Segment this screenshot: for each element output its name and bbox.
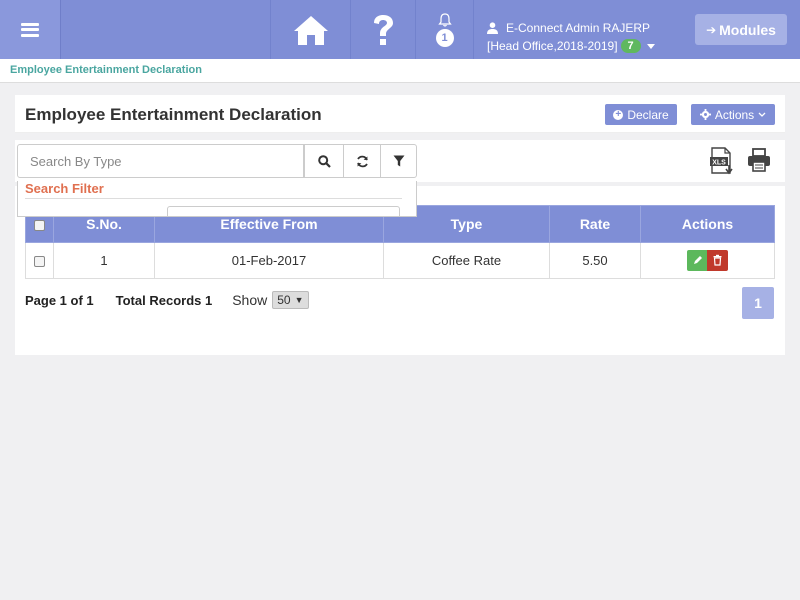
help-button[interactable]: [350, 0, 415, 59]
page-button-current[interactable]: 1: [742, 287, 774, 319]
col-rate[interactable]: Rate: [549, 205, 641, 243]
row-select-cell: [25, 242, 54, 279]
page-size-value: 50: [277, 293, 291, 307]
refresh-icon: [356, 155, 368, 167]
filter-field[interactable]: [167, 206, 400, 216]
breadcrumb-bar: Employee Entertainment Declaration: [0, 59, 800, 83]
table-row: 1 01-Feb-2017 Coffee Rate 5.50: [25, 242, 775, 279]
plus-circle-icon: +: [613, 109, 624, 120]
svg-text:XLS: XLS: [712, 160, 726, 167]
pencil-icon: [693, 256, 702, 264]
pager-info: Page 1 of 1 Total Records 1 Show 50 ▼: [25, 291, 309, 309]
bell-icon: [437, 12, 452, 27]
help-icon: [374, 14, 393, 45]
year-badge: 7: [620, 39, 641, 53]
user-name: E-Connect Admin RAJERP: [506, 21, 651, 35]
search-icon: [317, 154, 331, 168]
search-button[interactable]: [304, 144, 344, 178]
gear-icon: [699, 109, 711, 120]
page-info: Page 1 of 1: [25, 292, 94, 308]
refresh-button[interactable]: [343, 144, 381, 178]
menu-toggle-button[interactable]: [0, 0, 61, 59]
notifications-button[interactable]: 1: [415, 0, 473, 59]
chevron-down-icon: [646, 43, 655, 49]
top-navbar: 1 E-Connect Admin RAJERP [Head Office,20…: [0, 0, 800, 59]
chevron-down-icon: [758, 112, 766, 117]
trash-icon: [713, 254, 722, 266]
home-icon: [293, 15, 328, 45]
filter-icon: [393, 155, 404, 167]
search-toolbar: XLS: [15, 140, 785, 182]
row-checkbox[interactable]: [34, 256, 45, 268]
page-title: Employee Entertainment Declaration: [25, 105, 322, 124]
total-records: Total Records 1: [115, 292, 213, 308]
divider: [25, 198, 402, 199]
menu-icon: [21, 22, 39, 37]
notification-count-badge: 1: [435, 28, 454, 47]
select-all-checkbox[interactable]: [34, 219, 45, 231]
actions-dropdown-button[interactable]: Actions: [691, 104, 775, 125]
home-button[interactable]: [270, 0, 350, 59]
print-icon[interactable]: [747, 148, 771, 172]
filter-button[interactable]: [380, 144, 417, 178]
cell-actions: [640, 242, 775, 279]
modules-label: Modules: [719, 21, 776, 38]
chevron-down-icon: ▼: [294, 295, 304, 305]
search-input[interactable]: [17, 144, 304, 178]
delete-button[interactable]: [707, 250, 729, 271]
show-label: Show: [232, 292, 268, 308]
actions-label: Actions: [714, 107, 755, 122]
cell-sno: 1: [53, 242, 155, 279]
edit-button[interactable]: [686, 250, 708, 271]
user-menu[interactable]: E-Connect Admin RAJERP [Head Office,2018…: [473, 0, 688, 59]
xls-export-icon[interactable]: XLS: [709, 147, 735, 175]
declare-button[interactable]: + Declare: [605, 104, 677, 125]
cell-effective-from: 01-Feb-2017: [154, 242, 384, 279]
modules-button[interactable]: ➔ Modules: [695, 14, 787, 45]
page-size-select[interactable]: 50 ▼: [272, 291, 309, 309]
search-filter-title: Search Filter: [25, 181, 104, 196]
col-actions: Actions: [640, 205, 775, 243]
cell-rate: 5.50: [549, 242, 641, 279]
user-context: [Head Office,2018-2019]: [487, 39, 618, 53]
declare-label: Declare: [627, 107, 669, 122]
arrow-right-icon: ➔: [706, 22, 717, 37]
search-filter-panel: Search Filter: [17, 181, 417, 217]
panel-header: Employee Entertainment Declaration + Dec…: [15, 95, 785, 133]
user-icon: [487, 22, 498, 34]
cell-type: Coffee Rate: [383, 242, 550, 279]
breadcrumb[interactable]: Employee Entertainment Declaration: [10, 64, 202, 76]
